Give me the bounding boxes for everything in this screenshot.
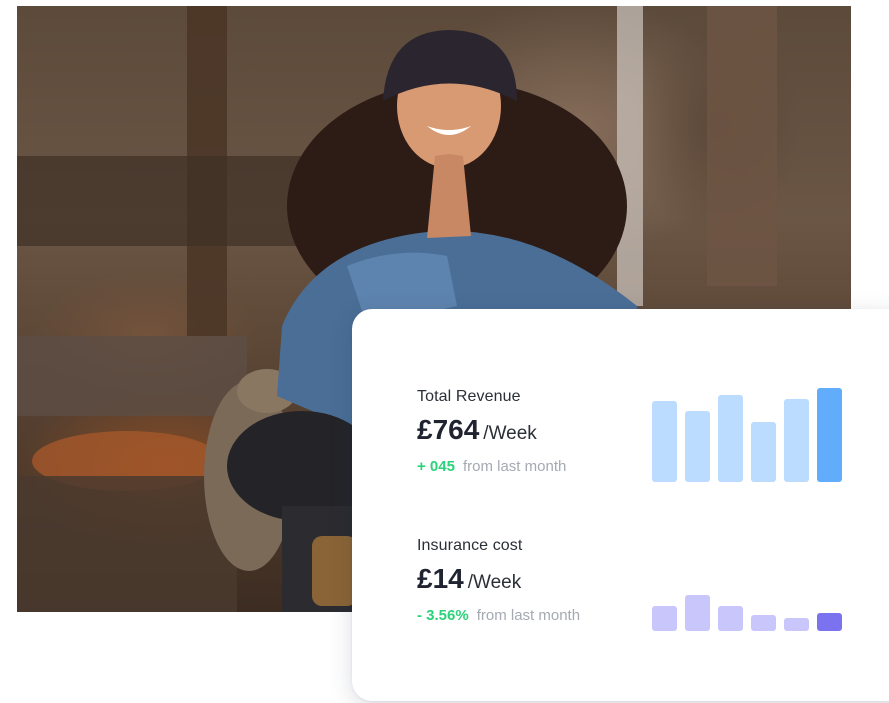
insurance-bar-chart — [652, 591, 842, 631]
bar-5 — [784, 618, 809, 631]
bar-3 — [718, 606, 743, 631]
metric-value: £764 — [417, 414, 480, 445]
bar-2 — [685, 595, 710, 631]
metric-label: Insurance cost — [417, 537, 523, 554]
metric-change-suffix: from last month — [476, 607, 581, 624]
metric-label: Total Revenue — [417, 388, 521, 405]
metric-unit: /Week — [483, 423, 537, 444]
revenue-bars — [652, 388, 842, 482]
metric-change: - 3.56% — [417, 607, 469, 624]
insurance-bars — [652, 595, 842, 631]
metric-unit: /Week — [467, 572, 522, 593]
metric-change: + 045 — [417, 458, 455, 475]
bar-1 — [652, 401, 677, 482]
insurance-cost-metric: Insurance cost £14/Week - 3.56% from last… — [417, 537, 580, 624]
bar-4 — [751, 615, 776, 631]
bar-3 — [718, 395, 743, 482]
metric-value: £14 — [417, 563, 464, 594]
revenue-bar-chart — [652, 384, 842, 482]
stats-card: Total Revenue £764/Week + 045 from last m… — [352, 309, 889, 701]
metric-change-suffix: from last month — [462, 458, 567, 475]
bar-2 — [685, 411, 710, 482]
bar-6 — [817, 388, 842, 482]
total-revenue-metric: Total Revenue £764/Week + 045 from last m… — [417, 388, 566, 475]
bar-5 — [784, 399, 809, 482]
bar-4 — [751, 422, 776, 482]
bar-1 — [652, 606, 677, 631]
bar-6 — [817, 613, 842, 631]
